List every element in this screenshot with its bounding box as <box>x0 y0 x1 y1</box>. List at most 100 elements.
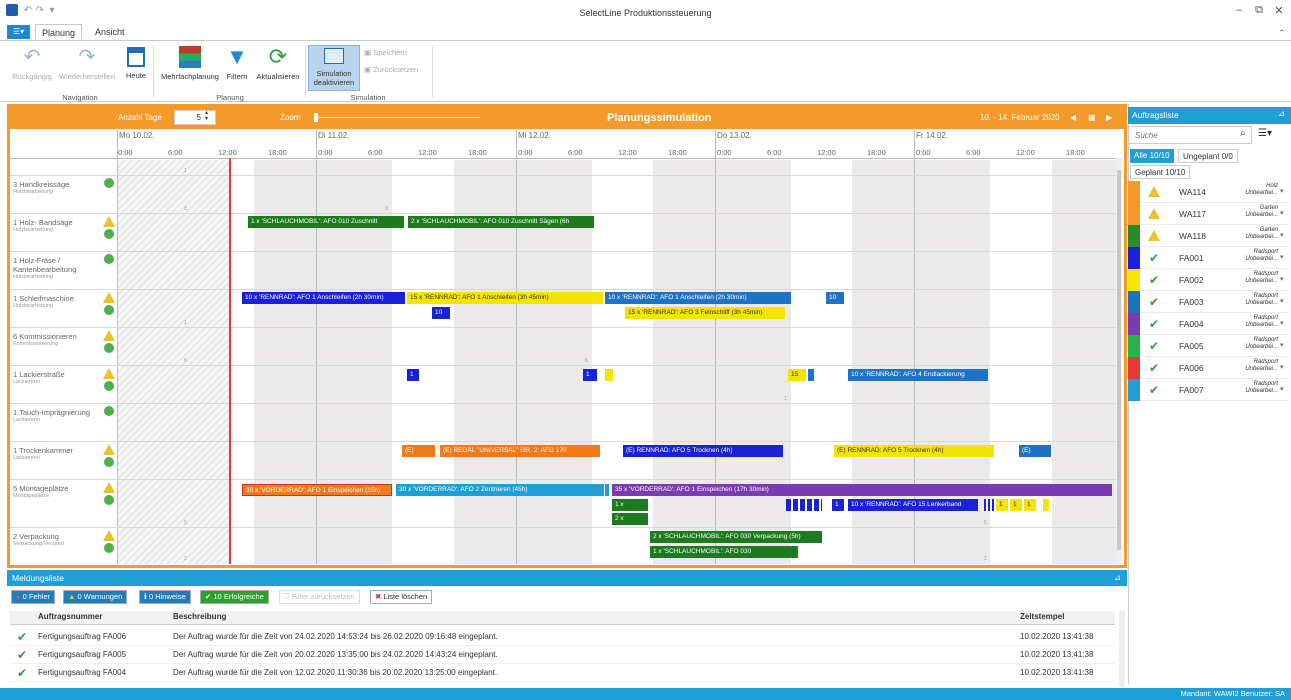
gantt-bar[interactable]: (E) REGAL "UNIVERSAL" GR. 2: AFO 170 <box>440 445 600 457</box>
table-row[interactable]: ✔ Fertigungsauftrag FA004 Der Auftrag wu… <box>10 664 1115 682</box>
order-item[interactable]: ✔ FA002 Radsport Unbearbei... ▾ <box>1128 269 1288 291</box>
stepper-arrows-icon[interactable]: ▴ ▾ <box>205 110 208 122</box>
gantt-bar[interactable] <box>984 499 994 511</box>
order-item[interactable]: ✔ FA006 Radsport Unbearbei... ▾ <box>1128 357 1288 379</box>
app-menu-button[interactable]: ☰▾ <box>7 25 30 39</box>
order-item[interactable]: ✔ FA005 Radsport Unbearbei... ▾ <box>1128 335 1288 357</box>
gantt-bar[interactable]: 1 <box>996 499 1008 511</box>
table-row[interactable]: ✔ Fertigungsauftrag FA005 Der Auftrag wu… <box>10 646 1115 664</box>
gantt-bar[interactable]: 1 x <box>612 499 648 511</box>
prev-arrow-icon[interactable]: ◀ <box>1070 107 1076 129</box>
tab-planung[interactable]: Planung <box>35 24 83 40</box>
gantt-bar[interactable]: 15 <box>788 369 806 381</box>
zoom-slider-thumb[interactable] <box>314 113 318 122</box>
gantt-bar[interactable]: 10 x 'RENNRAD': AFO 15 Lenkerband <box>848 499 978 511</box>
next-arrow-icon[interactable]: ▶ <box>1106 107 1112 129</box>
reset-button[interactable]: ▣ Zurücksetzen <box>364 65 418 74</box>
table-row[interactable]: ✔ Fertigungsauftrag FA006 Der Auftrag wu… <box>10 628 1115 646</box>
multi-planning-button[interactable]: Mehrfachplanung <box>156 46 224 90</box>
column-header-desc[interactable]: Beschreibung <box>173 612 226 621</box>
gantt-bar[interactable]: 15 x 'RENNRAD': AFO 3 Feinschliff (3h 45… <box>625 307 785 319</box>
planner-scroll-thumb[interactable] <box>1117 170 1121 550</box>
chevron-down-icon[interactable]: ▾ <box>1280 187 1284 195</box>
chevron-down-icon[interactable]: ▾ <box>1280 297 1284 305</box>
order-item[interactable]: WA114 Holz Unbearbei... ▾ <box>1128 181 1288 203</box>
filter-tab-planned[interactable]: Geplant 10/10 <box>1130 165 1191 179</box>
gantt-bar[interactable]: (E) RENNRAD: AFO 5 Trocknen (4h) <box>834 445 994 457</box>
order-item[interactable]: ✔ FA001 Radsport Unbearbei... ▾ <box>1128 247 1288 269</box>
filter-button[interactable]: ▼ Filtern <box>224 46 250 90</box>
gantt-bar[interactable] <box>605 369 613 381</box>
gantt-bar[interactable]: 10 <box>432 307 450 319</box>
gantt-bar[interactable] <box>605 484 609 496</box>
gantt-bar[interactable] <box>1043 499 1049 511</box>
order-item[interactable]: ✔ FA003 Radsport Unbearbei... ▾ <box>1128 291 1288 313</box>
chevron-down-icon[interactable]: ▾ <box>1280 275 1284 283</box>
column-header-time[interactable]: Zeitstempel <box>1020 612 1064 621</box>
redo-button[interactable]: ↷ Wiederherstellen <box>56 46 118 90</box>
gantt-bar[interactable]: 2 x <box>612 513 648 525</box>
search-icon[interactable]: ⌕ <box>1240 128 1246 139</box>
gantt-bar[interactable] <box>786 499 822 511</box>
gantt-bar[interactable]: 35 x 'VORDERRAD': AFO 1 Einspeichen (17h… <box>612 484 1112 496</box>
gantt-bar[interactable]: (E) <box>1019 445 1051 457</box>
gantt-bar[interactable]: 2 x 'SCHLAUCHMOBIL': AFO 010 Zuschnitt S… <box>408 216 594 228</box>
gantt-bar[interactable]: 30 x 'VORDERRAD': AFO 2 Zentrieren (45h) <box>396 484 604 496</box>
gantt-bar[interactable] <box>808 369 814 381</box>
chevron-down-icon[interactable]: ▾ <box>1280 231 1284 239</box>
gantt-bar[interactable]: 10 x 'RENNRAD': AFO 4 Endlackierung <box>848 369 988 381</box>
close-icon[interactable]: ✕ <box>1271 4 1287 17</box>
sort-icon[interactable]: ☰▾ <box>1258 128 1272 139</box>
order-item[interactable]: ✔ FA007 Radsport Unbearbei... ▾ <box>1128 379 1288 401</box>
chevron-down-icon[interactable]: ▾ <box>1280 319 1284 327</box>
gantt-bar[interactable]: 10 x 'RENNRAD': AFO 1 Anschleifen (2h 30… <box>605 292 791 304</box>
chevron-down-icon[interactable]: ▾ <box>1280 341 1284 349</box>
day-divider <box>316 130 317 564</box>
gantt-bar[interactable]: (E) <box>402 445 435 457</box>
days-stepper[interactable]: 5 <box>174 110 216 125</box>
gantt-bar[interactable]: 10 <box>826 292 844 304</box>
pin-icon[interactable]: ⊿ <box>1278 109 1285 118</box>
order-item[interactable]: ✔ FA004 Radsport Unbearbei... ▾ <box>1128 313 1288 335</box>
filter-tab-all[interactable]: Alle 10/10 <box>1130 149 1174 163</box>
undo-button[interactable]: ↶ Rückgängig <box>8 46 56 90</box>
calendar-small-icon[interactable]: ▦ <box>1088 107 1096 129</box>
clear-list-button[interactable]: ✖ Liste löschen <box>370 590 433 604</box>
gantt-bar[interactable]: 10 x 'RENNRAD': AFO 1 Anschleifen (2h 30… <box>242 292 405 304</box>
order-search-input[interactable] <box>1128 126 1252 144</box>
tab-ansicht[interactable]: Ansicht <box>89 24 131 40</box>
gantt-bar[interactable]: 2 x 'SCHLAUCHMOBIL': AFO 030 Verpackung … <box>650 531 822 543</box>
order-item[interactable]: WA117 Garten Unbearbei... ▾ <box>1128 203 1288 225</box>
gantt-bar[interactable]: (E) RENNRAD: AFO 5 Trocknen (4h) <box>623 445 783 457</box>
gantt-bar[interactable]: 30 x 'VORDERRAD': AFO 1 Einspeichen (15h… <box>242 484 392 496</box>
restore-icon[interactable]: ⧉ <box>1251 4 1267 17</box>
minimize-icon[interactable]: – <box>1231 4 1247 16</box>
gantt-bar[interactable]: 15 x 'RENNRAD': AFO 1 Anschleifen (3h 45… <box>407 292 603 304</box>
filter-tab-unplanned[interactable]: Ungeplant 0/0 <box>1178 149 1238 163</box>
order-item[interactable]: WA118 Garten Unbearbei... ▾ <box>1128 225 1288 247</box>
chevron-down-icon[interactable]: ▾ <box>1280 253 1284 261</box>
gantt-bar[interactable]: 1 x 'SCHLAUCHMOBIL': AFO 030 <box>650 546 798 558</box>
pin-icon[interactable]: ⊿ <box>1114 573 1121 582</box>
zoom-slider-track[interactable] <box>317 117 480 118</box>
filter-errors-button[interactable]: ● 0 Fehler <box>11 590 56 604</box>
gantt-bar[interactable]: 1 <box>1010 499 1022 511</box>
filter-warnings-button[interactable]: ▲ 0 Warnungen <box>63 590 128 604</box>
gantt-bar[interactable]: 1 <box>832 499 844 511</box>
column-header-order[interactable]: Auftragsnummer <box>38 612 102 621</box>
gantt-bar[interactable]: 1 x 'SCHLAUCHMOBIL': AFO 010 Zuschnitt <box>248 216 404 228</box>
chevron-down-icon[interactable]: ▾ <box>1280 363 1284 371</box>
filter-hints-button[interactable]: ℹ 0 Hinweise <box>139 590 191 604</box>
filter-success-button[interactable]: ✔ 10 Erfolgreiche <box>200 590 269 604</box>
gantt-bar[interactable]: 1 <box>583 369 597 381</box>
message-scrollbar[interactable] <box>1119 611 1125 687</box>
ribbon-collapse-icon[interactable]: ⌃ <box>1278 28 1286 39</box>
save-button[interactable]: ▣ Speichern <box>364 48 407 57</box>
today-button[interactable]: Heute <box>120 46 152 90</box>
refresh-button[interactable]: ⟳ Aktualisieren <box>252 46 304 90</box>
chevron-down-icon[interactable]: ▾ <box>1280 385 1284 393</box>
gantt-bar[interactable]: 1 <box>1024 499 1036 511</box>
gantt-bar[interactable]: 1 <box>407 369 419 381</box>
chevron-down-icon[interactable]: ▾ <box>1280 209 1284 217</box>
filter-reset-button[interactable]: ⛉ Filter zurücksetzen <box>279 590 360 604</box>
